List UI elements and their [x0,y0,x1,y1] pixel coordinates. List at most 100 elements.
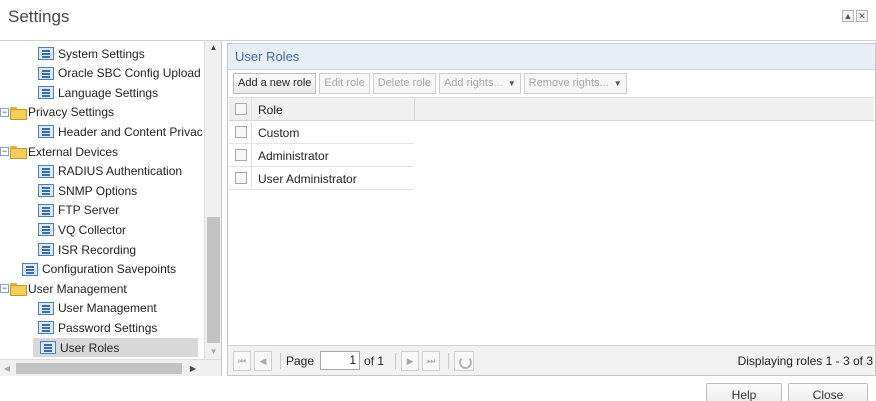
settings-page-icon [38,164,54,178]
settings-page-icon [38,125,54,139]
tree-item-label: ISR Recording [58,242,137,257]
settings-page-icon [38,321,54,335]
tree-item-label: Configuration Savepoints [42,262,177,277]
dialog-title-bar: Settings ▲ ✕ [0,0,876,38]
panel-title: User Roles [228,44,875,70]
vertical-scroll-thumb[interactable] [207,217,220,343]
previous-page-icon[interactable]: ◀ [254,350,272,371]
settings-page-icon [38,203,54,217]
settings-page-icon [38,301,54,315]
tree-item[interactable]: User Roles [33,338,198,357]
table-row[interactable]: User Administrator [229,167,414,190]
help-button[interactable]: Help [706,383,782,401]
tree-item[interactable]: User Management [38,299,157,318]
tree-item-label: User Roles [60,340,120,355]
tree-item[interactable]: Oracle SBC Config Upload [38,64,201,83]
add-rights-dropdown[interactable]: Add rights... ▼ [438,73,521,94]
tree-items: System Settings Oracle SBC Config Upload L… [0,41,204,359]
settings-page-icon [38,86,54,100]
tree-item[interactable]: Language Settings [38,83,158,102]
close-window-button[interactable]: ✕ [856,10,868,22]
settings-page-icon [40,341,56,354]
page-number-input[interactable]: 1 [320,351,361,370]
tree-item[interactable]: − User Management [0,279,127,298]
add-role-button[interactable]: Add a new role [233,73,317,94]
tree-item[interactable]: System Settings [38,44,145,63]
grid-header-row: Role [229,98,874,121]
collapse-toggle-icon[interactable]: − [0,284,9,294]
tree-item-label: Password Settings [58,320,158,335]
collapse-toggle-icon[interactable]: − [0,107,9,117]
scroll-down-arrow-icon[interactable]: ▼ [205,345,221,359]
tree-item[interactable]: Configuration Savepoints [22,260,176,279]
settings-page-icon [38,66,54,80]
tree-item[interactable]: Header and Content Privac [38,122,203,141]
add-rights-label: Add rights... [443,77,503,89]
tree-item[interactable]: ISR Recording [38,240,136,259]
column-divider [251,144,252,167]
refresh-icon[interactable] [454,350,475,371]
role-name-cell: User Administrator [258,172,357,186]
first-page-icon[interactable]: ⏮ [233,350,251,371]
row-checkbox[interactable] [235,172,247,184]
edit-role-button[interactable]: Edit role [319,73,370,94]
maximize-button[interactable]: ▲ [842,10,854,22]
scroll-right-arrow-icon[interactable]: ▶ [186,360,200,376]
tree-vertical-scrollbar[interactable]: ▲ ▼ [204,41,221,359]
column-divider [251,121,252,144]
tree-item-label: Oracle SBC Config Upload [58,66,201,81]
tree-item[interactable]: VQ Collector [38,220,126,239]
dialog-title: Settings [8,7,70,26]
role-name-cell: Administrator [258,149,329,163]
tree-item[interactable]: SNMP Options [38,181,137,200]
last-page-icon[interactable]: ⏭ [422,350,441,371]
column-divider [251,167,252,190]
close-button[interactable]: Close [788,383,868,401]
row-checkbox[interactable] [235,126,247,138]
tree-item-label: RADIUS Authentication [58,164,183,179]
settings-page-icon [38,223,54,237]
column-divider [251,98,252,121]
pager-status: Displaying roles 1 - 3 of 3 [737,354,873,368]
scroll-left-arrow-icon[interactable]: ◀ [0,360,14,376]
tree-item-label: External Devices [28,144,119,159]
settings-page-icon [38,243,54,256]
tree-item[interactable]: FTP Server [38,201,119,220]
delete-role-button[interactable]: Delete role [372,73,436,94]
folder-icon [10,146,27,159]
tree-item-label: FTP Server [58,203,120,218]
row-checkbox[interactable] [235,149,247,161]
folder-icon [10,283,27,297]
tree-item[interactable]: RADIUS Authentication [38,162,182,181]
next-page-icon[interactable]: ▶ [401,350,420,371]
table-row[interactable]: Administrator [229,144,414,167]
chevron-down-icon: ▼ [613,79,622,88]
pager-divider [280,352,281,369]
tree-horizontal-scrollbar[interactable]: ◀ ▶ [0,359,221,376]
pager-divider [448,352,450,369]
chevron-down-icon: ▼ [507,79,516,88]
settings-page-icon [38,47,54,60]
select-all-checkbox[interactable] [235,103,247,115]
tree-item[interactable]: − External Devices [0,142,118,161]
settings-tree: System Settings Oracle SBC Config Upload L… [0,41,222,376]
horizontal-scroll-thumb[interactable] [16,363,182,374]
tree-item[interactable]: − Privacy Settings [0,103,114,122]
tree-item[interactable]: Password Settings [38,318,157,337]
tree-item-label: Language Settings [58,85,159,100]
role-name-cell: Custom [258,126,300,140]
column-header-role[interactable]: Role [258,103,283,117]
tree-item-label: User Management [58,301,157,316]
window-controls: ▲ ✕ [842,10,868,22]
roles-toolbar: Add a new role Edit role Delete role Add… [228,70,875,98]
table-row[interactable]: Custom [229,121,414,144]
scroll-up-arrow-icon[interactable]: ▲ [205,41,221,55]
dialog-body: System Settings Oracle SBC Config Upload L… [0,40,876,376]
tree-item-label: Privacy Settings [28,105,115,120]
tree-item-label: User Management [28,281,127,296]
settings-page-icon [22,262,38,276]
grid-pager: ⏮ ◀ Page 1 of 1 ▶ ⏭ Displaying roles 1 -… [228,345,875,375]
collapse-toggle-icon[interactable]: − [0,147,9,156]
remove-rights-dropdown[interactable]: Remove rights... ▼ [523,73,627,94]
tree-item-label: System Settings [58,46,145,61]
